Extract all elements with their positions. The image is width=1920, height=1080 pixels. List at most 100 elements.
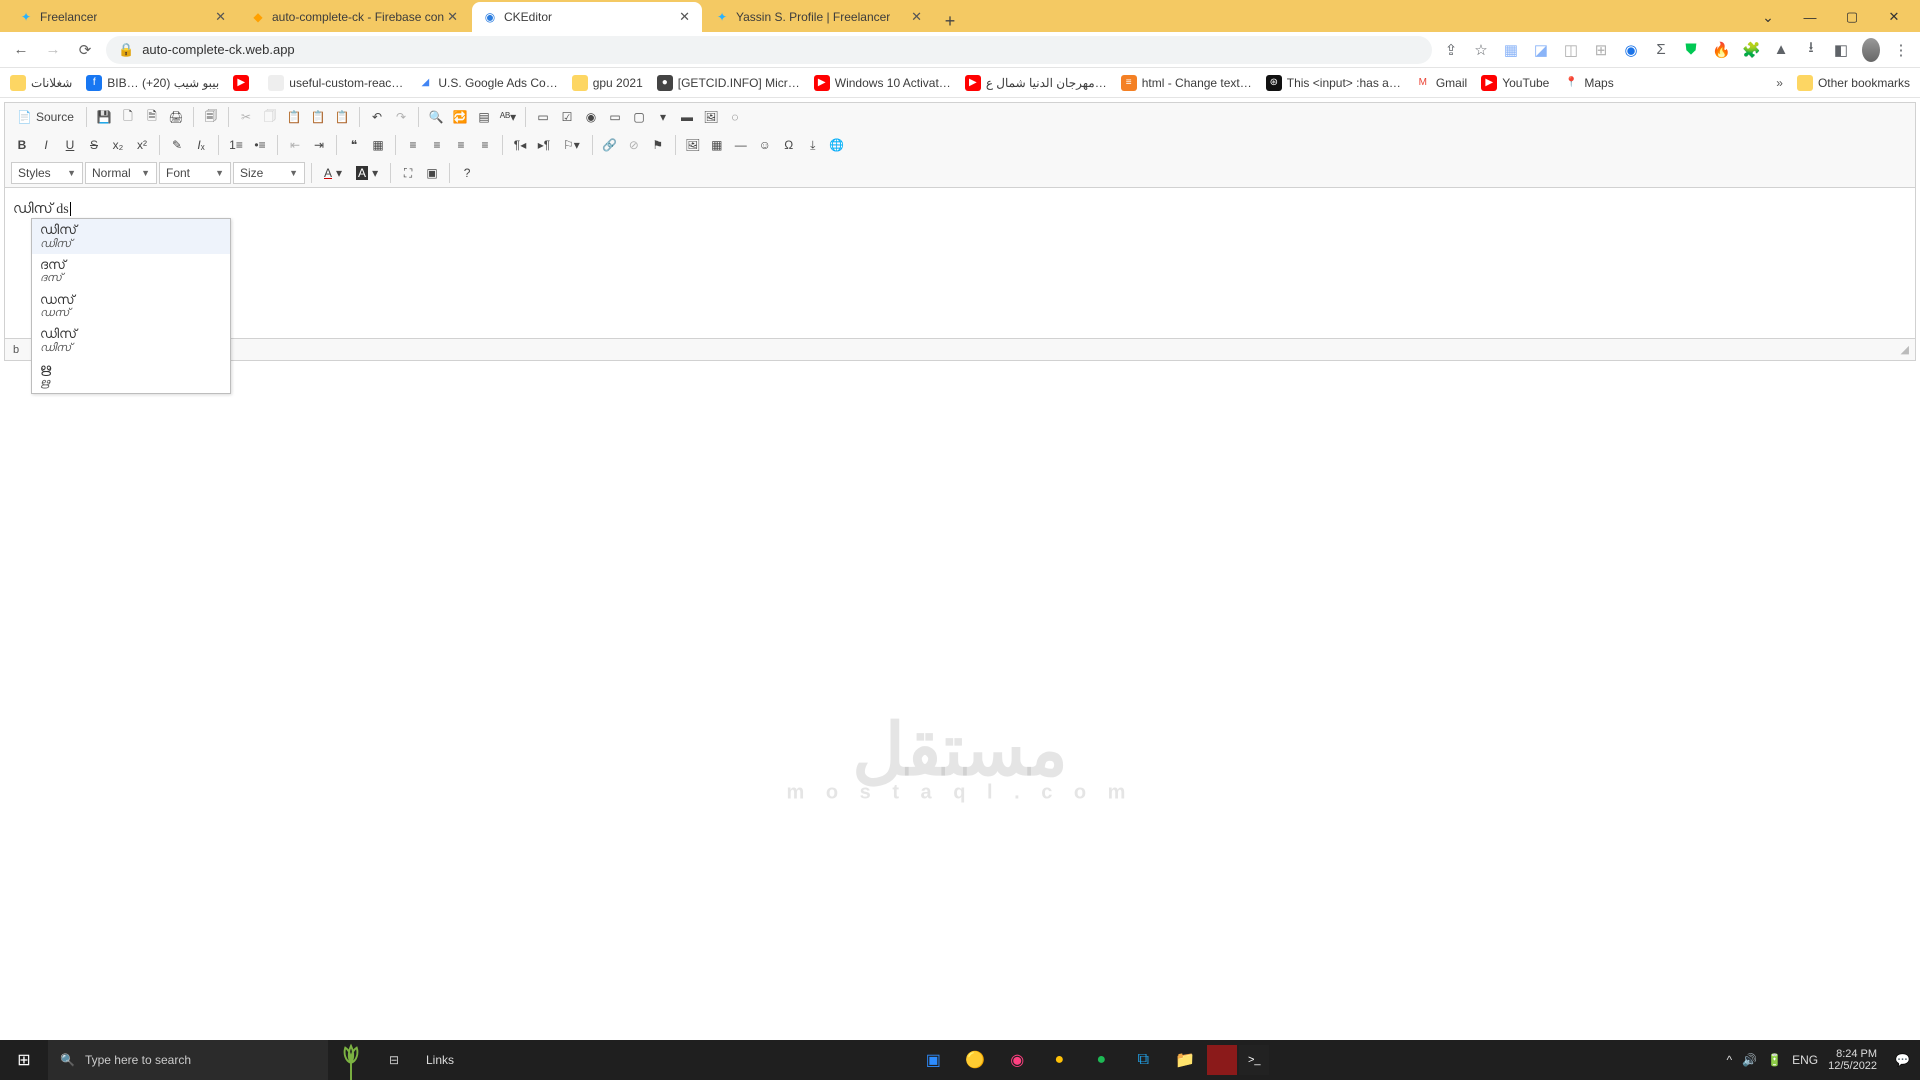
bulleted-list-button[interactable]: •≡ <box>249 134 271 156</box>
taskbar-app-zoom[interactable]: ▣ <box>913 1040 953 1080</box>
taskbar-clock[interactable]: 8:24 PM 12/5/2022 <box>1828 1048 1885 1072</box>
taskbar-app-chrome[interactable]: 🟡 <box>955 1040 995 1080</box>
tray-battery-icon[interactable]: 🔋 <box>1767 1053 1782 1067</box>
bookmark-item[interactable]: شغلانات <box>10 75 72 91</box>
ext-icon[interactable]: Σ <box>1652 41 1670 58</box>
elements-path[interactable]: b <box>13 344 19 356</box>
taskbar-search[interactable]: 🔍 Type here to search <box>48 1040 328 1080</box>
bgcolor-button[interactable]: A▾ <box>350 162 384 184</box>
tab-close-icon[interactable]: ✕ <box>213 9 228 25</box>
templates-icon[interactable]: 🗐 <box>200 106 222 128</box>
imagebutton-icon[interactable]: 🖼 <box>700 106 722 128</box>
textfield-icon[interactable]: ▭ <box>604 106 626 128</box>
undo-icon[interactable]: ↶ <box>366 106 388 128</box>
ext-icon[interactable]: ▲ <box>1772 41 1790 58</box>
bookmark-item[interactable]: ≡html - Change text… <box>1121 75 1252 91</box>
source-button[interactable]: 📄 Source <box>11 106 80 128</box>
radio-icon[interactable]: ◉ <box>580 106 602 128</box>
window-maximize-button[interactable]: ▢ <box>1832 9 1872 25</box>
tab-close-icon[interactable]: ✕ <box>909 9 924 25</box>
redo-icon[interactable]: ↷ <box>390 106 412 128</box>
outdent-button[interactable]: ⇤ <box>284 134 306 156</box>
div-button[interactable]: ▦ <box>367 134 389 156</box>
align-justify-button[interactable]: ≡ <box>474 134 496 156</box>
indent-button[interactable]: ⇥ <box>308 134 330 156</box>
align-center-button[interactable]: ≡ <box>426 134 448 156</box>
language-button[interactable]: ⚐▾ <box>557 134 586 156</box>
tray-volume-icon[interactable]: 🔊 <box>1742 1053 1757 1067</box>
textarea-icon[interactable]: ▢ <box>628 106 650 128</box>
bookmark-item[interactable]: ▶Windows 10 Activat… <box>814 75 951 91</box>
bookmark-item[interactable]: ▶ <box>233 75 254 91</box>
autocomplete-option[interactable]: ഋ ഋ <box>32 358 230 393</box>
hr-button[interactable]: ― <box>730 134 752 156</box>
downloads-icon[interactable]: ⭳ <box>1802 37 1820 62</box>
tab-close-icon[interactable]: ✕ <box>677 9 692 25</box>
profile-avatar[interactable] <box>1862 38 1880 62</box>
bookmark-item[interactable]: MGmail <box>1415 75 1467 91</box>
nav-back-button[interactable]: ← <box>10 41 32 58</box>
specialchar-button[interactable]: Ω <box>778 134 800 156</box>
iframe-button[interactable]: 🌐 <box>826 134 848 156</box>
tab-ckeditor[interactable]: ◉CKEditor ✕ <box>472 2 702 32</box>
replace-icon[interactable]: 🔁 <box>449 106 471 128</box>
unlink-button[interactable]: ⊘ <box>623 134 645 156</box>
blockquote-button[interactable]: ❝ <box>343 134 365 156</box>
find-icon[interactable]: 🔍 <box>425 106 447 128</box>
taskbar-app-terminal[interactable]: >_ <box>1239 1045 1269 1075</box>
spellcheck-icon[interactable]: ᴬᴮ▾ <box>497 106 519 128</box>
autocomplete-option[interactable]: ദസ് ദസ് <box>32 254 230 289</box>
bookmark-item[interactable]: useful-custom-reac… <box>268 75 403 91</box>
font-dropdown[interactable]: Font▼ <box>159 162 231 184</box>
link-button[interactable]: 🔗 <box>599 134 621 156</box>
taskbar-app-icon[interactable] <box>1207 1045 1237 1075</box>
pagebreak-button[interactable]: ⤓ <box>802 134 824 156</box>
bold-button[interactable]: B <box>11 134 33 156</box>
chrome-menu-icon[interactable]: ⋮ <box>1892 41 1910 59</box>
checkbox-icon[interactable]: ☑ <box>556 106 578 128</box>
ext-icon[interactable]: ⊞ <box>1592 41 1610 59</box>
form-icon[interactable]: ▭ <box>532 106 554 128</box>
window-close-button[interactable]: ✕ <box>1874 9 1914 25</box>
cortana-plant-icon[interactable] <box>328 1040 374 1080</box>
ext-icon[interactable]: ◫ <box>1562 41 1580 59</box>
tray-language[interactable]: ENG <box>1792 1053 1818 1067</box>
paste-text-icon[interactable]: 📋 <box>307 106 329 128</box>
smiley-button[interactable]: ☺ <box>754 134 776 156</box>
paste-icon[interactable]: 📋 <box>283 106 305 128</box>
newpage-icon[interactable]: 🗋 <box>117 106 139 128</box>
tab-freelancer[interactable]: ✦Freelancer ✕ <box>8 2 238 32</box>
nav-reload-button[interactable]: ⟳ <box>74 41 96 59</box>
bookmark-item[interactable]: 📍Maps <box>1563 75 1613 91</box>
textcolor-button[interactable]: A▾ <box>318 162 348 184</box>
ext-icon[interactable]: ⛊ <box>1682 41 1700 58</box>
resize-handle-icon[interactable]: ◢ <box>1901 343 1907 356</box>
select-icon[interactable]: ▾ <box>652 106 674 128</box>
italic-button[interactable]: I <box>35 134 57 156</box>
save-icon[interactable]: 💾 <box>93 106 115 128</box>
ltr-button[interactable]: ¶◂ <box>509 134 531 156</box>
taskbar-app-icon[interactable]: ◉ <box>997 1040 1037 1080</box>
preview-icon[interactable]: 🗎 <box>141 106 163 128</box>
button-icon[interactable]: ▬ <box>676 106 698 128</box>
autocomplete-option[interactable]: ഡിസ് ഡിസ് <box>32 219 230 254</box>
start-button[interactable]: ⊞ <box>0 1050 48 1070</box>
hiddenfield-icon[interactable]: ◌ <box>724 106 746 128</box>
showblocks-button[interactable]: ▣ <box>421 162 443 184</box>
taskbar-app-spotify[interactable]: ● <box>1081 1040 1121 1080</box>
tab-yassin-profile[interactable]: ✦Yassin S. Profile | Freelancer ✕ <box>704 2 934 32</box>
align-right-button[interactable]: ≡ <box>450 134 472 156</box>
bookmark-item[interactable]: fBIB… بيبو شيب (20+) <box>86 75 219 91</box>
size-dropdown[interactable]: Size▼ <box>233 162 305 184</box>
bookmark-item[interactable]: gpu 2021 <box>572 75 643 91</box>
tray-chevron-icon[interactable]: ^ <box>1727 1053 1733 1067</box>
sidepanel-icon[interactable]: ◧ <box>1832 41 1850 59</box>
autocomplete-option[interactable]: ഡിസ് ഡിസ് <box>32 323 230 358</box>
taskbar-app-explorer[interactable]: 📁 <box>1165 1040 1205 1080</box>
copy-icon[interactable]: 🗍 <box>259 106 281 128</box>
ext-icon[interactable]: 🔥 <box>1712 41 1730 59</box>
tab-close-icon[interactable]: ✕ <box>445 9 460 25</box>
table-button[interactable]: ▦ <box>706 134 728 156</box>
removeformat-button[interactable]: Iₓ <box>190 134 212 156</box>
copyformat-icon[interactable]: ✎ <box>166 134 188 156</box>
